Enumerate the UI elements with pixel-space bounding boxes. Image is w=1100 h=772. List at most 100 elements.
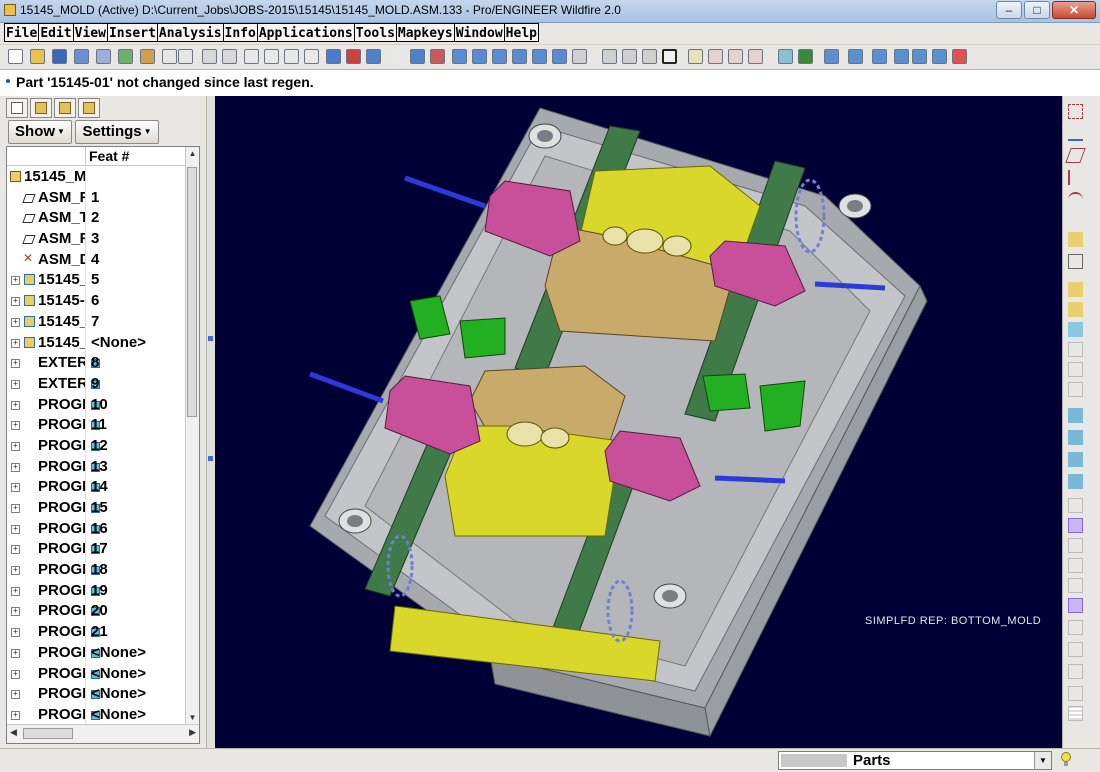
menu-insert[interactable]: Insert (106, 23, 158, 42)
expand-icon[interactable]: + (11, 628, 20, 638)
orient-icon[interactable] (430, 49, 445, 64)
tree-item[interactable]: + PROGRAM 12 (7, 435, 187, 457)
menu-file[interactable]: File (4, 23, 40, 42)
tab-folder-browser[interactable] (54, 98, 76, 118)
paste-special-icon[interactable] (304, 49, 319, 64)
hscroll-thumb[interactable] (23, 728, 73, 739)
expand-icon[interactable]: + (11, 379, 20, 389)
expand-icon[interactable]: + (11, 524, 20, 534)
copy-icon[interactable] (264, 49, 279, 64)
tree-item[interactable]: +15145-02 6 (7, 291, 187, 313)
analysis-icon[interactable] (824, 49, 839, 64)
dropdown-arrow-icon[interactable] (386, 49, 401, 64)
tree-item[interactable]: + PROGRAM <None> (7, 684, 187, 706)
analysis-feature-icon[interactable] (1068, 232, 1083, 247)
splitter-handle-icon[interactable] (208, 336, 213, 341)
curve-tool-icon[interactable] (1068, 192, 1083, 207)
expand-icon[interactable]: + (11, 441, 20, 451)
saved-analysis-icon[interactable] (932, 49, 947, 64)
expand-icon[interactable]: + (11, 462, 20, 472)
plane-tool-icon[interactable] (1065, 148, 1086, 163)
expand-icon[interactable]: + (11, 586, 20, 596)
zoom-in-icon[interactable] (492, 49, 507, 64)
solidify-tool-icon[interactable] (1068, 538, 1083, 553)
expand-icon[interactable]: + (11, 421, 20, 431)
find-icon[interactable] (346, 49, 361, 64)
menu-tools[interactable]: Tools (353, 23, 397, 42)
tree-item[interactable]: + PROGRAM 19 (7, 580, 187, 602)
menu-view[interactable]: View (72, 23, 108, 42)
expand-icon[interactable]: + (11, 607, 20, 617)
expand-icon[interactable]: + (11, 297, 20, 307)
maximize-button[interactable]: □ (1024, 1, 1050, 19)
datum-points-icon[interactable] (728, 49, 743, 64)
new-file-icon[interactable] (8, 49, 23, 64)
scroll-right-icon[interactable]: ▶ (189, 727, 196, 738)
wireframe-icon[interactable] (602, 49, 617, 64)
thicken-tool-icon[interactable] (1068, 518, 1083, 533)
repaint-icon[interactable] (472, 49, 487, 64)
cut-icon[interactable] (244, 49, 259, 64)
section-icon[interactable] (872, 49, 887, 64)
graphics-viewport[interactable]: SIMPLFD REP: BOTTOM_MOLD (215, 96, 1062, 748)
hidden-line-icon[interactable] (622, 49, 637, 64)
thickness-icon[interactable] (912, 49, 927, 64)
show-button[interactable]: Show ▼ (8, 120, 72, 144)
light-bulb-icon[interactable] (1060, 752, 1072, 767)
grid-icon[interactable] (1068, 706, 1083, 721)
minimize-button[interactable]: – (996, 1, 1022, 19)
style-tool-icon[interactable] (1068, 598, 1083, 613)
expand-icon[interactable]: + (11, 359, 20, 369)
expand-icon[interactable]: + (11, 669, 20, 679)
shading-icon[interactable] (662, 49, 677, 64)
select-box-icon[interactable] (366, 49, 381, 64)
print-icon[interactable] (74, 49, 89, 64)
scroll-down-icon[interactable]: ▼ (186, 711, 199, 725)
expand-icon[interactable]: + (11, 648, 20, 658)
tree-item[interactable]: + EXTERNAL 9 (7, 373, 187, 395)
toroidal-bend-icon[interactable] (1068, 686, 1083, 701)
tree-item[interactable]: + PROGRAM 16 (7, 518, 187, 540)
close-button[interactable]: ✕ (1052, 1, 1096, 19)
expand-icon[interactable]: + (11, 545, 20, 555)
menu-window[interactable]: Window (453, 23, 505, 42)
tree-item[interactable]: + PROGRAM 20 (7, 601, 187, 623)
selection-filter[interactable]: Parts ▼ (778, 751, 1052, 770)
open-folder-icon[interactable] (30, 49, 45, 64)
regenerate-icon[interactable] (326, 49, 341, 64)
saved-views-icon[interactable] (552, 49, 567, 64)
hole-tool-icon[interactable] (1068, 362, 1083, 377)
browser-icon[interactable] (798, 49, 813, 64)
save-icon[interactable] (52, 49, 67, 64)
tree-item[interactable]: + PROGRAM 14 (7, 477, 187, 499)
blend-tool-icon[interactable] (1068, 342, 1083, 357)
sweep-tool-icon[interactable] (1068, 322, 1083, 337)
curvature-icon[interactable] (848, 49, 863, 64)
offset-tool-icon[interactable] (1068, 498, 1083, 513)
sketch-tool-icon[interactable] (1068, 254, 1083, 269)
draft-tool-icon[interactable] (1068, 558, 1083, 573)
send-mail-icon[interactable] (118, 49, 133, 64)
splitter-handle-icon[interactable] (208, 456, 213, 461)
tab-layer-tree[interactable] (30, 98, 52, 118)
tree-vertical-scrollbar[interactable]: ▲ ▼ (185, 147, 199, 725)
expand-icon[interactable]: + (11, 566, 20, 576)
refit-icon[interactable] (452, 49, 467, 64)
expand-icon[interactable]: + (11, 400, 20, 410)
scroll-thumb[interactable] (187, 167, 197, 417)
tree-item[interactable]: + PROGRAM 17 (7, 539, 187, 561)
expand-icon[interactable]: + (11, 690, 20, 700)
tree-item[interactable]: ASM_RIGHT 1 (7, 187, 187, 209)
expand-icon[interactable]: + (11, 483, 20, 493)
menu-info[interactable]: Info (222, 23, 258, 42)
copy-view-icon[interactable] (162, 49, 177, 64)
draft-check-icon[interactable] (894, 49, 909, 64)
tree-item[interactable]: ASM_DEF_CSYS 4 (7, 249, 187, 271)
expand-icon[interactable]: + (11, 504, 20, 513)
no-hidden-icon[interactable] (642, 49, 657, 64)
tree-item[interactable]: ASM_TOP 2 (7, 208, 187, 230)
mirror-tool-icon[interactable] (1068, 408, 1083, 423)
trim-tool-icon[interactable] (1068, 452, 1083, 467)
expand-icon[interactable]: + (11, 710, 20, 720)
round-tool-icon[interactable] (1068, 382, 1083, 397)
